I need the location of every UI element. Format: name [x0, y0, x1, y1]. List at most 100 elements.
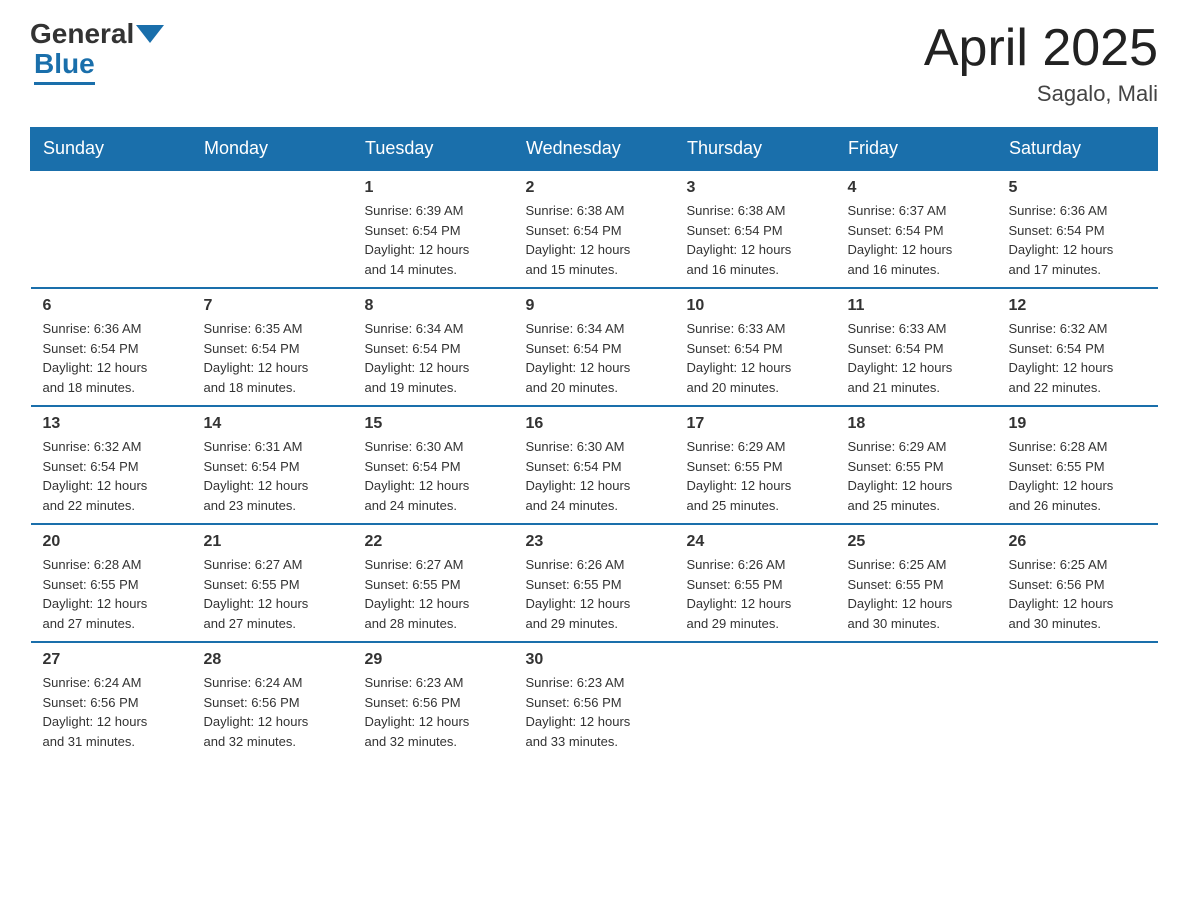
- calendar-cell: 9Sunrise: 6:34 AMSunset: 6:54 PMDaylight…: [514, 288, 675, 406]
- calendar-cell: [192, 170, 353, 288]
- day-info: Sunrise: 6:23 AMSunset: 6:56 PMDaylight:…: [365, 673, 502, 751]
- calendar-cell: 20 Sunrise: 6:28 AMSunset: 6:55 PMDayligh…: [31, 524, 192, 642]
- day-info: Sunrise: 6:32 AMSunset: 6:54 PMDaylight:…: [43, 437, 180, 515]
- logo-underline: [34, 82, 95, 85]
- calendar-cell: 2 Sunrise: 6:38 AMSunset: 6:54 PMDaylight…: [514, 170, 675, 288]
- day-info: Sunrise: 6:28 AMSunset: 6:55 PMDaylight:…: [1009, 437, 1146, 515]
- calendar-week-row: 27 Sunrise: 6:24 AMSunset: 6:56 PMDayligh…: [31, 642, 1158, 759]
- calendar-cell: 16 Sunrise: 6:30 AMSunset: 6:54 PMDayligh…: [514, 406, 675, 524]
- day-number: 4: [848, 179, 985, 197]
- day-number: 2: [526, 179, 663, 197]
- logo-blue-text: Blue: [34, 48, 95, 79]
- day-number: 1: [365, 179, 502, 197]
- calendar-cell: 12 Sunrise: 6:32 AMSunset: 6:54 PMDayligh…: [997, 288, 1158, 406]
- day-number: 27: [43, 651, 180, 669]
- calendar-cell: 19 Sunrise: 6:28 AMSunset: 6:55 PMDayligh…: [997, 406, 1158, 524]
- calendar-table: SundayMondayTuesdayWednesdayThursdayFrid…: [30, 127, 1158, 759]
- logo-triangle-icon: [136, 25, 164, 43]
- title-block: April 2025 Sagalo, Mali: [924, 20, 1158, 107]
- day-info: Sunrise: 6:26 AMSunset: 6:55 PMDaylight:…: [687, 555, 824, 633]
- month-title: April 2025: [924, 20, 1158, 77]
- calendar-cell: 13 Sunrise: 6:32 AMSunset: 6:54 PMDayligh…: [31, 406, 192, 524]
- logo: General Blue: [30, 20, 166, 85]
- day-info: Sunrise: 6:31 AMSunset: 6:54 PMDaylight:…: [204, 437, 341, 515]
- calendar-week-row: 6Sunrise: 6:36 AMSunset: 6:54 PMDaylight…: [31, 288, 1158, 406]
- day-info: Sunrise: 6:34 AMSunset: 6:54 PMDaylight:…: [526, 319, 663, 397]
- calendar-cell: 8Sunrise: 6:34 AMSunset: 6:54 PMDaylight…: [353, 288, 514, 406]
- day-number: 17: [687, 415, 824, 433]
- calendar-cell: 26 Sunrise: 6:25 AMSunset: 6:56 PMDayligh…: [997, 524, 1158, 642]
- calendar-week-row: 13 Sunrise: 6:32 AMSunset: 6:54 PMDayligh…: [31, 406, 1158, 524]
- calendar-cell: 3Sunrise: 6:38 AMSunset: 6:54 PMDaylight…: [675, 170, 836, 288]
- weekday-header-wednesday: Wednesday: [514, 128, 675, 171]
- calendar-cell: [31, 170, 192, 288]
- calendar-cell: 4 Sunrise: 6:37 AMSunset: 6:54 PMDaylight…: [836, 170, 997, 288]
- weekday-header-saturday: Saturday: [997, 128, 1158, 171]
- day-info: Sunrise: 6:24 AMSunset: 6:56 PMDaylight:…: [43, 673, 180, 751]
- calendar-cell: 7 Sunrise: 6:35 AMSunset: 6:54 PMDaylight…: [192, 288, 353, 406]
- day-number: 20: [43, 533, 180, 551]
- weekday-header-thursday: Thursday: [675, 128, 836, 171]
- day-info: Sunrise: 6:25 AMSunset: 6:55 PMDaylight:…: [848, 555, 985, 633]
- day-info: Sunrise: 6:37 AMSunset: 6:54 PMDaylight:…: [848, 201, 985, 279]
- day-number: 14: [204, 415, 341, 433]
- day-number: 19: [1009, 415, 1146, 433]
- day-info: Sunrise: 6:29 AMSunset: 6:55 PMDaylight:…: [687, 437, 824, 515]
- calendar-cell: 15 Sunrise: 6:30 AMSunset: 6:54 PMDayligh…: [353, 406, 514, 524]
- calendar-cell: 11 Sunrise: 6:33 AMSunset: 6:54 PMDayligh…: [836, 288, 997, 406]
- day-info: Sunrise: 6:35 AMSunset: 6:54 PMDaylight:…: [204, 319, 341, 397]
- day-number: 26: [1009, 533, 1146, 551]
- calendar-cell: 23Sunrise: 6:26 AMSunset: 6:55 PMDayligh…: [514, 524, 675, 642]
- calendar-cell: 5Sunrise: 6:36 AMSunset: 6:54 PMDaylight…: [997, 170, 1158, 288]
- day-number: 10: [687, 297, 824, 315]
- calendar-cell: 27 Sunrise: 6:24 AMSunset: 6:56 PMDayligh…: [31, 642, 192, 759]
- calendar-cell: 14 Sunrise: 6:31 AMSunset: 6:54 PMDayligh…: [192, 406, 353, 524]
- day-number: 28: [204, 651, 341, 669]
- day-info: Sunrise: 6:32 AMSunset: 6:54 PMDaylight:…: [1009, 319, 1146, 397]
- day-number: 13: [43, 415, 180, 433]
- logo-general-text: General: [30, 20, 134, 48]
- day-info: Sunrise: 6:34 AMSunset: 6:54 PMDaylight:…: [365, 319, 502, 397]
- day-info: Sunrise: 6:33 AMSunset: 6:54 PMDaylight:…: [848, 319, 985, 397]
- calendar-cell: [836, 642, 997, 759]
- day-number: 24: [687, 533, 824, 551]
- calendar-cell: 10 Sunrise: 6:33 AMSunset: 6:54 PMDayligh…: [675, 288, 836, 406]
- day-info: Sunrise: 6:30 AMSunset: 6:54 PMDaylight:…: [365, 437, 502, 515]
- day-number: 21: [204, 533, 341, 551]
- day-info: Sunrise: 6:28 AMSunset: 6:55 PMDaylight:…: [43, 555, 180, 633]
- calendar-cell: [997, 642, 1158, 759]
- day-number: 7: [204, 297, 341, 315]
- day-number: 16: [526, 415, 663, 433]
- calendar-week-row: 20 Sunrise: 6:28 AMSunset: 6:55 PMDayligh…: [31, 524, 1158, 642]
- day-info: Sunrise: 6:25 AMSunset: 6:56 PMDaylight:…: [1009, 555, 1146, 633]
- day-number: 11: [848, 297, 985, 315]
- calendar-cell: 22Sunrise: 6:27 AMSunset: 6:55 PMDayligh…: [353, 524, 514, 642]
- day-info: Sunrise: 6:38 AMSunset: 6:54 PMDaylight:…: [687, 201, 824, 279]
- day-number: 25: [848, 533, 985, 551]
- calendar-cell: 24 Sunrise: 6:26 AMSunset: 6:55 PMDayligh…: [675, 524, 836, 642]
- day-number: 12: [1009, 297, 1146, 315]
- day-info: Sunrise: 6:24 AMSunset: 6:56 PMDaylight:…: [204, 673, 341, 751]
- day-info: Sunrise: 6:38 AMSunset: 6:54 PMDaylight:…: [526, 201, 663, 279]
- day-info: Sunrise: 6:39 AMSunset: 6:54 PMDaylight:…: [365, 201, 502, 279]
- day-info: Sunrise: 6:30 AMSunset: 6:54 PMDaylight:…: [526, 437, 663, 515]
- day-info: Sunrise: 6:23 AMSunset: 6:56 PMDaylight:…: [526, 673, 663, 751]
- day-number: 30: [526, 651, 663, 669]
- day-number: 15: [365, 415, 502, 433]
- weekday-header-monday: Monday: [192, 128, 353, 171]
- calendar-cell: 30 Sunrise: 6:23 AMSunset: 6:56 PMDayligh…: [514, 642, 675, 759]
- weekday-header-sunday: Sunday: [31, 128, 192, 171]
- weekday-header-tuesday: Tuesday: [353, 128, 514, 171]
- calendar-cell: 28 Sunrise: 6:24 AMSunset: 6:56 PMDayligh…: [192, 642, 353, 759]
- day-number: 22: [365, 533, 502, 551]
- day-info: Sunrise: 6:27 AMSunset: 6:55 PMDaylight:…: [204, 555, 341, 633]
- day-info: Sunrise: 6:33 AMSunset: 6:54 PMDaylight:…: [687, 319, 824, 397]
- location-text: Sagalo, Mali: [924, 81, 1158, 107]
- page-header: General Blue April 2025 Sagalo, Mali: [30, 20, 1158, 107]
- day-info: Sunrise: 6:29 AMSunset: 6:55 PMDaylight:…: [848, 437, 985, 515]
- calendar-cell: 6Sunrise: 6:36 AMSunset: 6:54 PMDaylight…: [31, 288, 192, 406]
- day-number: 18: [848, 415, 985, 433]
- calendar-cell: 21 Sunrise: 6:27 AMSunset: 6:55 PMDayligh…: [192, 524, 353, 642]
- calendar-cell: 29Sunrise: 6:23 AMSunset: 6:56 PMDayligh…: [353, 642, 514, 759]
- calendar-body: 1 Sunrise: 6:39 AMSunset: 6:54 PMDaylight…: [31, 170, 1158, 759]
